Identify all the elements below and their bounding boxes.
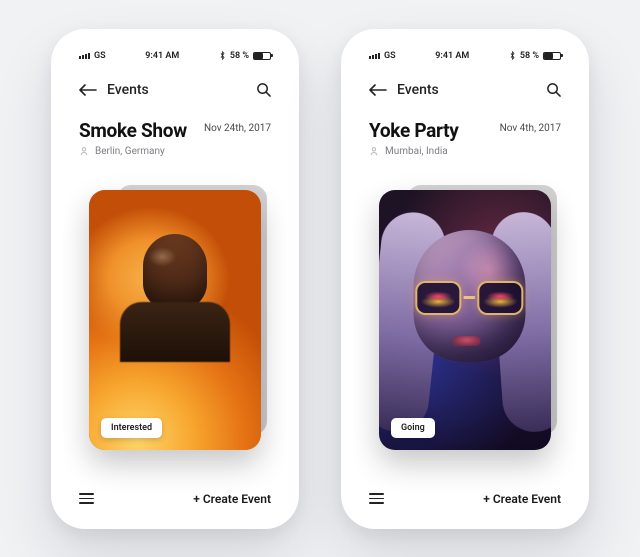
signal-icon — [369, 53, 380, 59]
event-header: Smoke Show Berlin, Germany Nov 24th, 201… — [79, 119, 271, 157]
bottom-bar: + Create Event — [79, 483, 271, 515]
menu-icon[interactable] — [369, 493, 384, 504]
event-location-label: Mumbai, India — [385, 146, 448, 157]
battery-percent-label: 58 % — [520, 51, 539, 61]
screen: GS 9:41 AM 58 % Events — [63, 39, 287, 515]
menu-icon[interactable] — [79, 493, 94, 504]
status-bar: GS 9:41 AM 58 % — [369, 47, 561, 65]
bottom-bar: + Create Event — [369, 483, 561, 515]
nav-bar: Events — [79, 79, 271, 101]
screen: GS 9:41 AM 58 % Events — [353, 39, 577, 515]
battery-percent-label: 58 % — [230, 51, 249, 61]
event-card[interactable]: Interested — [89, 190, 261, 450]
event-card[interactable]: Going — [379, 190, 551, 450]
page-title: Events — [107, 82, 149, 98]
event-location: Berlin, Germany — [79, 146, 187, 157]
event-image — [89, 190, 261, 450]
status-right: 58 % — [219, 51, 271, 61]
status-right: 58 % — [509, 51, 561, 61]
event-header: Yoke Party Mumbai, India Nov 4th, 2017 — [369, 119, 561, 157]
back-arrow-icon[interactable] — [79, 84, 97, 96]
search-icon[interactable] — [546, 82, 561, 97]
card-stack: Going — [369, 167, 561, 473]
phone-mockup: GS 9:41 AM 58 % Events — [51, 29, 299, 529]
signal-icon — [79, 53, 90, 59]
battery-icon — [253, 52, 271, 60]
status-left: GS — [79, 51, 106, 61]
attendance-label: Interested — [111, 423, 152, 433]
person-icon — [79, 146, 89, 156]
nav-bar: Events — [369, 79, 561, 101]
event-date: Nov 24th, 2017 — [204, 123, 271, 134]
clock-label: 9:41 AM — [145, 51, 179, 61]
event-date: Nov 4th, 2017 — [500, 123, 561, 134]
attendance-chip[interactable]: Interested — [101, 418, 162, 438]
page-title: Events — [397, 82, 439, 98]
create-event-button[interactable]: + Create Event — [193, 492, 271, 506]
back-arrow-icon[interactable] — [369, 84, 387, 96]
event-location-label: Berlin, Germany — [95, 146, 165, 157]
carrier-label: GS — [94, 51, 106, 61]
carrier-label: GS — [384, 51, 396, 61]
card-stack: Interested — [79, 167, 271, 473]
event-location: Mumbai, India — [369, 146, 459, 157]
create-event-button[interactable]: + Create Event — [483, 492, 561, 506]
status-left: GS — [369, 51, 396, 61]
bluetooth-icon — [509, 51, 516, 60]
event-image — [379, 190, 551, 450]
bluetooth-icon — [219, 51, 226, 60]
attendance-label: Going — [401, 423, 425, 433]
event-title: Yoke Party — [369, 119, 459, 142]
battery-icon — [543, 52, 561, 60]
search-icon[interactable] — [256, 82, 271, 97]
event-title: Smoke Show — [79, 119, 187, 142]
person-icon — [369, 146, 379, 156]
clock-label: 9:41 AM — [435, 51, 469, 61]
phone-mockup: GS 9:41 AM 58 % Events — [341, 29, 589, 529]
attendance-chip[interactable]: Going — [391, 418, 435, 438]
status-bar: GS 9:41 AM 58 % — [79, 47, 271, 65]
